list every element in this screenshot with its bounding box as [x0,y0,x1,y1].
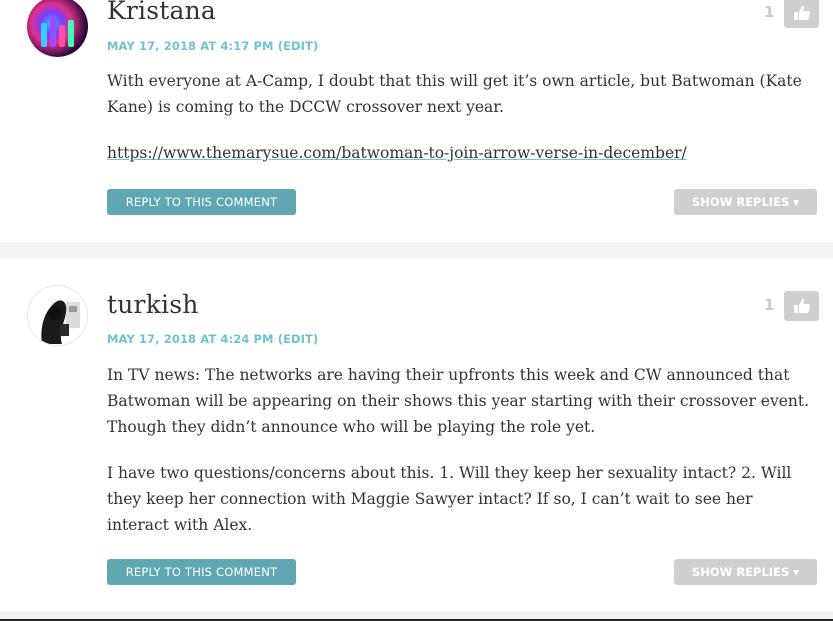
thumbs-up-icon [793,6,810,20]
comment-paragraph: With everyone at A-Camp, I doubt that th… [107,72,802,116]
comment-meta: MAY 17, 2018 AT 4:24 PM (EDIT) [107,332,318,346]
reply-button[interactable]: REPLY TO THIS COMMENT [107,189,296,215]
reply-button[interactable]: REPLY TO THIS COMMENT [107,559,296,585]
like-button[interactable] [784,0,819,28]
comment-kristana: Kristana MAY 17, 2018 AT 4:17 PM (EDIT) … [0,0,833,242]
avatar-art [68,20,74,47]
comment-body: In TV news: The networks are having thei… [107,362,812,558]
comments-page: Kristana MAY 17, 2018 AT 4:17 PM (EDIT) … [0,0,833,621]
comment-meta: MAY 17, 2018 AT 4:17 PM (EDIT) [107,39,318,53]
comment-date[interactable]: MAY 17, 2018 AT 4:24 PM [107,332,274,346]
comment-divider [0,242,833,259]
comment-date[interactable]: MAY 17, 2018 AT 4:17 PM [107,39,274,53]
comment-body: With everyone at A-Camp, I doubt that th… [107,68,812,186]
avatar-art [28,286,87,345]
comment-turkish: turkish MAY 17, 2018 AT 4:24 PM (EDIT) 1… [0,259,833,611]
vote-count: 1 [764,3,775,21]
avatar[interactable] [27,285,88,346]
show-replies-button[interactable]: SHOW REPLIES ▾ [674,559,817,585]
comment-paragraph: In TV news: The networks are having thei… [107,366,810,436]
avatar-art [41,23,47,47]
like-button[interactable] [784,291,819,321]
edit-link[interactable]: (EDIT) [278,332,319,346]
author-name[interactable]: turkish [107,290,199,319]
author-name[interactable]: Kristana [107,0,216,25]
comment-paragraph: https://www.themarysue.com/batwoman-to-j… [107,140,812,166]
show-replies-button[interactable]: SHOW REPLIES ▾ [674,189,817,215]
avatar-art [50,17,56,47]
comment-link[interactable]: https://www.themarysue.com/batwoman-to-j… [107,144,687,162]
avatar-art [59,25,65,47]
vote-count: 1 [764,296,775,314]
edit-link[interactable]: (EDIT) [278,39,319,53]
comment-paragraph: I have two questions/concerns about this… [107,464,792,534]
avatar[interactable] [27,0,88,57]
comment-divider [0,611,833,619]
thumbs-up-icon [793,299,810,313]
